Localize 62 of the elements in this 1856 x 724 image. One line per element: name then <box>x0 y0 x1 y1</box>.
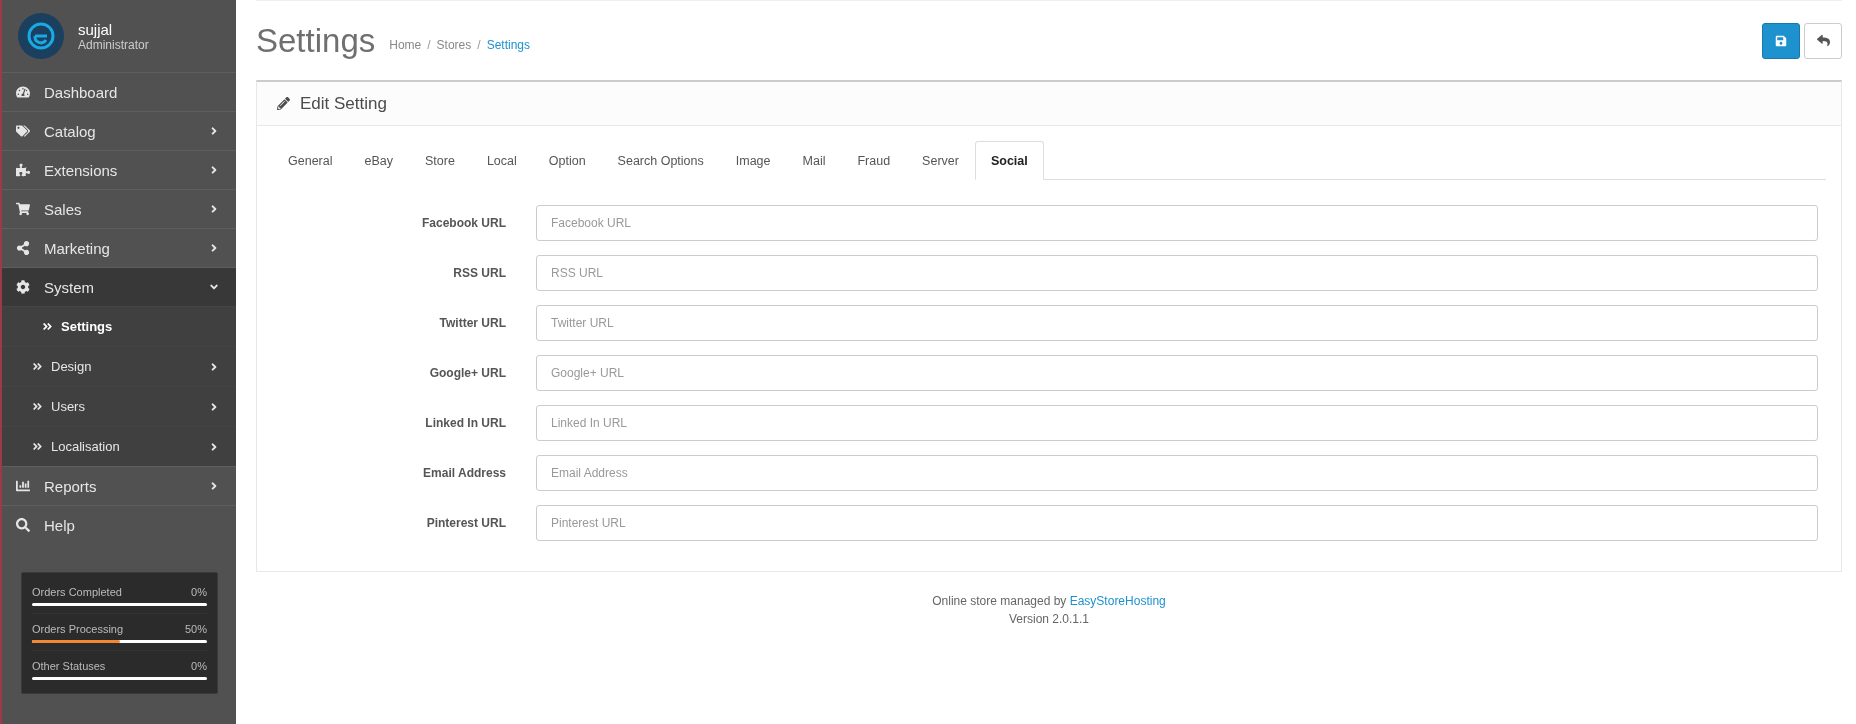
menu-item[interactable]: Sales <box>2 189 236 228</box>
save-button[interactable] <box>1762 22 1800 59</box>
page-title: Settings <box>256 21 376 60</box>
input-field[interactable]: Email Address <box>536 455 1818 491</box>
stat-value: 50% <box>184 623 207 635</box>
bar-chart-icon <box>16 479 30 493</box>
input-field[interactable]: Google+ URL <box>536 355 1818 391</box>
menu-item[interactable]: Extensions <box>2 150 236 189</box>
input-field[interactable]: Facebook URL <box>536 205 1818 241</box>
breadcrumb-separator: / <box>427 37 431 52</box>
stat-value: 0% <box>191 586 207 598</box>
submenu-item[interactable]: Design <box>2 346 236 386</box>
double-chevron-icon <box>42 321 53 332</box>
menu-item[interactable]: System <box>2 267 236 306</box>
field-label: Facebook URL <box>421 216 507 230</box>
menu-item[interactable]: Reports <box>2 466 236 505</box>
cart-icon <box>16 202 30 216</box>
version-text: Version 2.0.1.1 <box>1007 611 1091 628</box>
breadcrumb-link[interactable]: Settings <box>486 37 530 52</box>
input-field[interactable]: RSS URL <box>536 255 1818 291</box>
field-label: Linked In URL <box>424 416 507 430</box>
dashboard-icon <box>16 85 30 99</box>
share-icon <box>16 241 30 255</box>
panel-title: Edit Setting <box>300 93 387 114</box>
double-chevron-icon <box>32 401 43 412</box>
user-role: Administrator <box>78 37 149 52</box>
breadcrumb-separator: / <box>477 37 481 52</box>
menu-item[interactable]: Catalog <box>2 111 236 150</box>
input-field[interactable]: Twitter URL <box>536 305 1818 341</box>
footer-link[interactable]: EasyStoreHosting <box>1069 594 1166 608</box>
submenu-item[interactable]: Localisation <box>2 426 236 466</box>
field-label: Twitter URL <box>438 316 507 330</box>
logo-icon <box>26 21 56 51</box>
user-name: sujjal <box>78 20 114 38</box>
field-label: Pinterest URL <box>425 516 507 530</box>
stat-label: Orders Processing <box>32 623 124 635</box>
stat-label: Orders Completed <box>32 586 122 598</box>
stat-value: 0% <box>191 660 207 672</box>
field-label: RSS URL <box>452 266 507 280</box>
field-label: Google+ URL <box>428 366 507 380</box>
back-button[interactable] <box>1804 22 1842 59</box>
puzzle-icon <box>16 163 30 177</box>
menu-item[interactable]: Dashboard <box>2 72 236 111</box>
reply-icon <box>1816 34 1830 47</box>
breadcrumb-link[interactable]: Home <box>389 37 422 52</box>
save-icon <box>1775 34 1787 47</box>
field-label: Email Address <box>422 466 507 480</box>
menu-item[interactable]: Help <box>2 505 236 544</box>
tags-icon <box>16 124 30 138</box>
input-field[interactable]: Pinterest URL <box>536 505 1818 541</box>
footer-text: Online store managed by EasyStoreHosting <box>931 593 1167 610</box>
pencil-icon <box>277 97 290 110</box>
settings-icon <box>16 280 30 294</box>
breadcrumb-link[interactable]: Stores <box>436 37 472 52</box>
submenu-item[interactable]: Settings <box>2 306 236 346</box>
double-chevron-icon <box>32 361 43 372</box>
submenu-item[interactable]: Users <box>2 386 236 426</box>
input-field[interactable]: Linked In URL <box>536 405 1818 441</box>
search-icon <box>16 518 30 532</box>
double-chevron-icon <box>32 441 43 452</box>
stat-label: Other Statuses <box>32 660 106 672</box>
tab[interactable]: Social <box>974 141 1044 180</box>
